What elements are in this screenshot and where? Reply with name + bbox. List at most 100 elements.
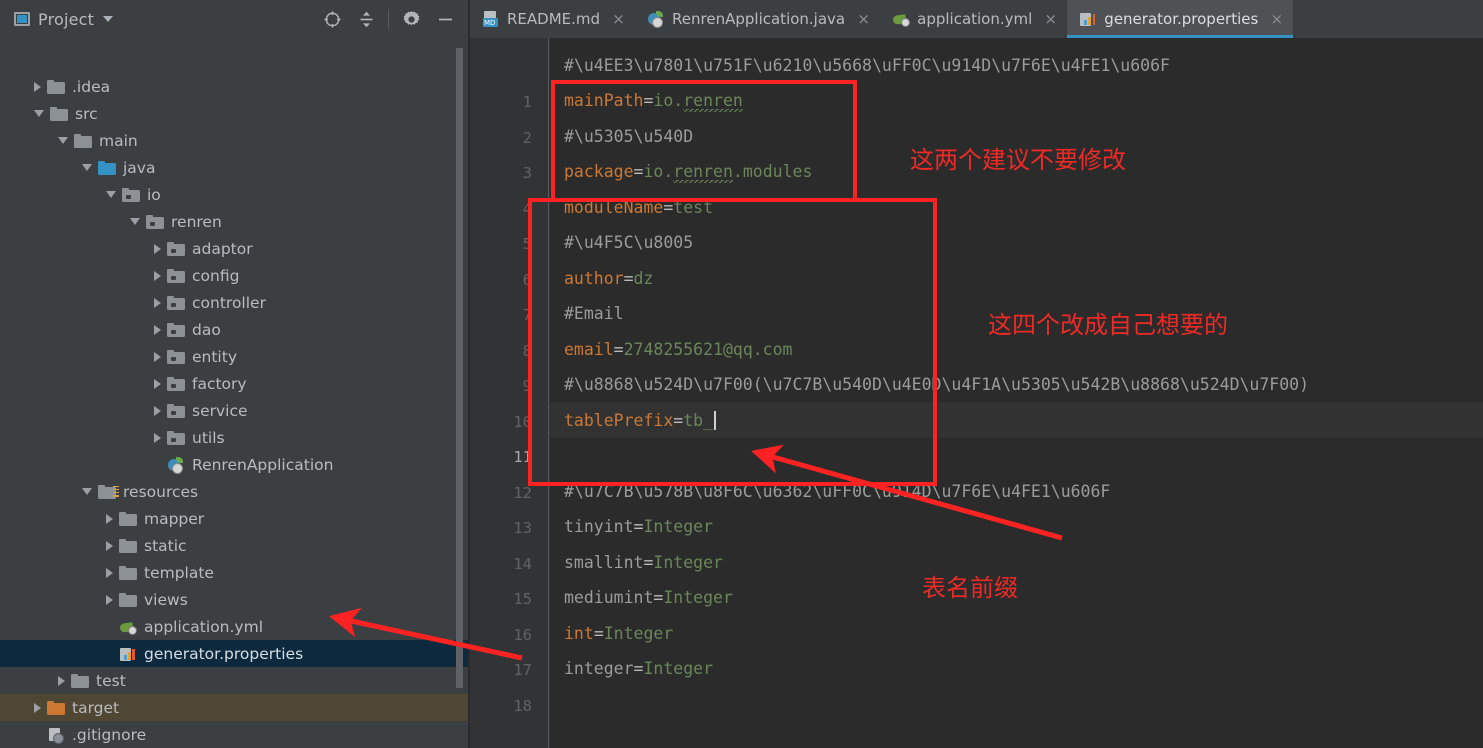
tree-item-config[interactable]: config: [0, 262, 470, 289]
tab-close-icon[interactable]: ×: [612, 10, 625, 28]
expand-arrow-icon[interactable]: [154, 297, 161, 308]
expand-arrow-icon[interactable]: [154, 432, 161, 443]
tree-item-io[interactable]: io: [0, 181, 470, 208]
expand-arrow-icon[interactable]: [154, 243, 161, 254]
tree-item-test[interactable]: test: [0, 667, 470, 694]
tree-item-label: target: [72, 698, 120, 717]
locate-icon[interactable]: [315, 4, 349, 34]
editor-tab-readme-md[interactable]: MD README.md ×: [470, 0, 635, 38]
tree-item-factory[interactable]: factory: [0, 370, 470, 397]
code-line-2[interactable]: mainPath = io.renren: [550, 83, 1483, 119]
code-line-18[interactable]: integer = Integer: [550, 651, 1483, 687]
tree-item-adaptor[interactable]: adaptor: [0, 235, 470, 262]
editor-pane: MD README.md × RenrenApplication.java × appli…: [470, 0, 1483, 748]
tree-item-dao[interactable]: dao: [0, 316, 470, 343]
yml-file-icon: [892, 11, 911, 27]
folder-icon: [119, 538, 137, 553]
package-icon: [167, 403, 185, 418]
tab-close-icon[interactable]: ×: [1044, 10, 1058, 28]
tree-item-main[interactable]: main: [0, 127, 470, 154]
editor-gutter[interactable]: 1 2 3 4 5 6 7 8 9 10 11 12 13 14 15 16 17 18: [470, 38, 550, 748]
property-equals: =: [643, 552, 654, 572]
code-line-13[interactable]: #\u7C7B\u578B\u8F6C\u6362\uFF0C\u914D\u7…: [550, 473, 1483, 509]
code-line-5[interactable]: moduleName = test: [550, 189, 1483, 225]
collapse-arrow-icon[interactable]: [130, 218, 140, 225]
expand-arrow-icon[interactable]: [106, 594, 113, 605]
editor-tab-generator-properties[interactable]: generator.properties ×: [1067, 0, 1294, 38]
code-comment: #\u4EE3\u7801\u751F\u6210\u5668\uFF0C\u9…: [564, 55, 1170, 75]
tree-item-icon: [167, 456, 185, 474]
collapse-arrow-icon[interactable]: [58, 137, 68, 144]
tree-item--idea[interactable]: .idea: [0, 73, 470, 100]
code-line-10[interactable]: #\u8868\u524D\u7F00(\u7C7B\u540D\u4E0D\u…: [550, 367, 1483, 403]
tree-item-entity[interactable]: entity: [0, 343, 470, 370]
collapse-arrow-icon[interactable]: [106, 191, 116, 198]
tree-item-mapper[interactable]: mapper: [0, 505, 470, 532]
expand-arrow-icon[interactable]: [154, 324, 161, 335]
code-line-1[interactable]: #\u4EE3\u7801\u751F\u6210\u5668\uFF0C\u9…: [550, 47, 1483, 83]
expand-arrow-icon[interactable]: [154, 351, 161, 362]
tree-item-src[interactable]: src: [0, 100, 470, 127]
expand-arrow-icon[interactable]: [154, 378, 161, 389]
tree-item-label: config: [192, 266, 240, 285]
editor-tab-application-yml[interactable]: application.yml ×: [880, 0, 1067, 38]
collapse-all-icon[interactable]: [349, 4, 383, 34]
sidebar-scrollbar[interactable]: [452, 48, 463, 703]
tree-item-resources[interactable]: resources: [0, 478, 470, 505]
text-cursor: [714, 410, 717, 430]
expand-arrow-icon[interactable]: [34, 702, 41, 713]
code-line-7[interactable]: author = dz: [550, 260, 1483, 296]
tree-item-icon: [167, 376, 185, 392]
tree-item-renren[interactable]: renren: [0, 208, 470, 235]
tree-item-icon: [74, 133, 92, 149]
property-equals: =: [673, 410, 684, 430]
tree-item-label: generator.properties: [144, 644, 304, 663]
package-icon: [146, 214, 164, 229]
collapse-arrow-icon[interactable]: [82, 488, 92, 495]
line-number: 15: [513, 590, 532, 608]
code-line-17[interactable]: int = Integer: [550, 615, 1483, 651]
tree-item-java[interactable]: java: [0, 154, 470, 181]
code-line-12[interactable]: [550, 438, 1483, 474]
tree-item-generator-properties[interactable]: generator.properties: [0, 640, 470, 667]
code-comment: #\u7C7B\u578B\u8F6C\u6362\uFF0C\u914D\u7…: [564, 481, 1111, 501]
settings-gear-icon[interactable]: [394, 4, 428, 34]
tree-item-template[interactable]: template: [0, 559, 470, 586]
tree-item-controller[interactable]: controller: [0, 289, 470, 316]
tree-item-views[interactable]: views: [0, 586, 470, 613]
tree-item-application-yml[interactable]: application.yml: [0, 613, 470, 640]
source-folder-icon: [98, 160, 116, 175]
expand-arrow-icon[interactable]: [106, 567, 113, 578]
expand-arrow-icon[interactable]: [154, 270, 161, 281]
tree-item-static[interactable]: static: [0, 532, 470, 559]
expand-arrow-icon[interactable]: [106, 513, 113, 524]
tree-item-target[interactable]: target: [0, 694, 470, 721]
editor-tab-renrenapplication-java[interactable]: RenrenApplication.java ×: [635, 0, 880, 38]
gitignore-file-icon: [47, 727, 65, 744]
sidebar-scrollbar-thumb[interactable]: [456, 48, 463, 688]
code-line-14[interactable]: tinyint = Integer: [550, 509, 1483, 545]
tree-item-label: main: [99, 131, 138, 150]
collapse-arrow-icon[interactable]: [34, 110, 44, 117]
tree-item-icon: [146, 214, 164, 230]
expand-arrow-icon[interactable]: [58, 675, 65, 686]
code-line-6[interactable]: #\u4F5C\u8005: [550, 225, 1483, 261]
chevron-down-icon[interactable]: [103, 16, 114, 22]
tab-close-icon[interactable]: ×: [857, 10, 870, 28]
property-equals: =: [663, 197, 674, 217]
tree-item-icon: [71, 673, 89, 689]
expand-arrow-icon[interactable]: [106, 540, 113, 551]
tree-item-icon: [47, 700, 65, 716]
line-number: 4: [522, 199, 532, 218]
hide-tool-window-icon[interactable]: [428, 4, 462, 34]
tree-item-renrenapplication[interactable]: RenrenApplication: [0, 451, 470, 478]
code-line-11[interactable]: tablePrefix = tb_: [550, 402, 1483, 438]
expand-arrow-icon[interactable]: [34, 81, 41, 92]
collapse-arrow-icon[interactable]: [82, 164, 92, 171]
tree-item-utils[interactable]: utils: [0, 424, 470, 451]
tree-item-service[interactable]: service: [0, 397, 470, 424]
expand-arrow-icon[interactable]: [154, 405, 161, 416]
tree-item-label: adaptor: [192, 239, 253, 258]
tree-item--gitignore[interactable]: .gitignore: [0, 721, 470, 748]
tab-close-icon[interactable]: ×: [1270, 10, 1284, 28]
